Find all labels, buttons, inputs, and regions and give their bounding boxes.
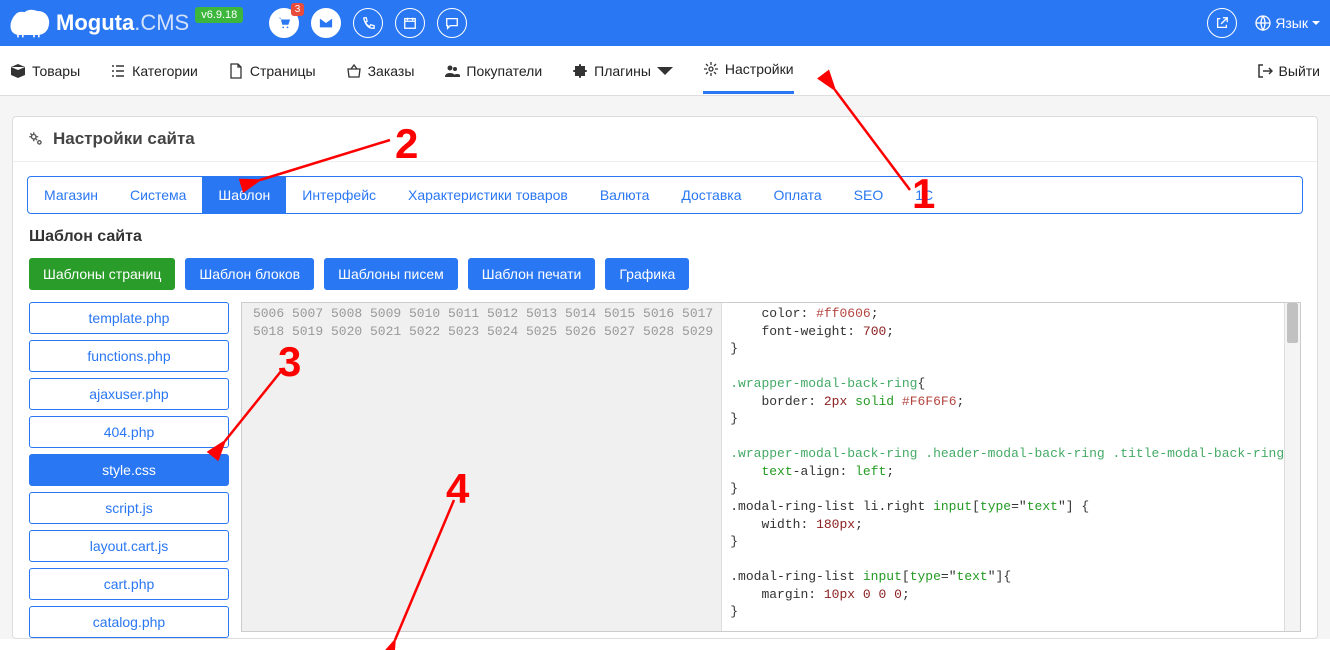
template-btn-2[interactable]: Шаблоны писем	[324, 258, 458, 290]
tab-оплата[interactable]: Оплата	[757, 177, 837, 213]
file-list: template.php functions.php ajaxuser.php 404…	[29, 302, 229, 638]
file-functions-php[interactable]: functions.php	[29, 340, 229, 372]
file-template-php[interactable]: template.php	[29, 302, 229, 334]
file-cart-php[interactable]: cart.php	[29, 568, 229, 600]
external-link-icon	[1215, 16, 1229, 30]
calendar-button[interactable]	[395, 8, 425, 38]
file-ajaxuser-php[interactable]: ajaxuser.php	[29, 378, 229, 410]
nav-settings[interactable]: Настройки	[703, 47, 794, 94]
users-icon	[444, 63, 460, 79]
language-selector[interactable]: Язык	[1255, 15, 1320, 31]
template-btn-1[interactable]: Шаблон блоков	[185, 258, 314, 290]
cart-icon	[277, 16, 291, 30]
calendar-icon	[403, 16, 417, 30]
line-gutter: 5006 5007 5008 5009 5010 5011 5012 5013 …	[242, 303, 722, 631]
top-header: Moguta.CMS v6.9.18 3 Язык	[0, 0, 1330, 46]
chevron-down-icon	[1312, 19, 1320, 27]
logo[interactable]: Moguta.CMS	[10, 8, 189, 38]
envelope-icon	[319, 16, 333, 30]
annotation-2: 2	[395, 120, 418, 168]
card-header: Настройки сайта	[13, 117, 1317, 162]
tab-характеристики товаров[interactable]: Характеристики товаров	[392, 177, 584, 213]
template-btn-0[interactable]: Шаблоны страниц	[29, 258, 175, 290]
code-content[interactable]: color: #ff0606; font-weight: 700; } .wra…	[722, 303, 1300, 631]
tab-магазин[interactable]: Магазин	[28, 177, 114, 213]
page-title: Настройки сайта	[53, 129, 195, 149]
phone-icon	[361, 16, 375, 30]
nav-pages[interactable]: Страницы	[228, 49, 316, 93]
chat-icon	[445, 16, 459, 30]
tab-доставка[interactable]: Доставка	[665, 177, 757, 213]
mail-button[interactable]	[311, 8, 341, 38]
nav-products[interactable]: Товары	[10, 49, 80, 93]
logo-text-main: Moguta	[56, 10, 134, 35]
tab-интерфейс[interactable]: Интерфейс	[286, 177, 392, 213]
language-label: Язык	[1275, 15, 1308, 31]
gear-icon	[703, 61, 719, 77]
cart-button[interactable]: 3	[269, 8, 299, 38]
list-icon	[110, 63, 126, 79]
editor-scrollbar[interactable]	[1284, 303, 1300, 631]
editor-area: template.php functions.php ajaxuser.php 404…	[29, 302, 1301, 638]
scrollbar-thumb[interactable]	[1287, 303, 1298, 343]
box-icon	[10, 63, 26, 79]
file-layout-cart-js[interactable]: layout.cart.js	[29, 530, 229, 562]
phone-button[interactable]	[353, 8, 383, 38]
section-subtitle: Шаблон сайта	[29, 228, 1301, 246]
settings-card: Настройки сайта МагазинСистемаШаблонИнте…	[12, 116, 1318, 639]
basket-icon	[346, 63, 362, 79]
chat-button[interactable]	[437, 8, 467, 38]
nav-exit[interactable]: Выйти	[1257, 49, 1320, 93]
code-editor[interactable]: 5006 5007 5008 5009 5010 5011 5012 5013 …	[241, 302, 1301, 632]
nav-plugins[interactable]: Плагины	[572, 49, 673, 93]
settings-tabs: МагазинСистемаШаблонИнтерфейсХарактерист…	[27, 176, 1303, 214]
tab-система[interactable]: Система	[114, 177, 202, 213]
annotation-3: 3	[278, 338, 301, 386]
annotation-4: 4	[446, 465, 469, 513]
version-badge: v6.9.18	[195, 7, 243, 23]
file-script-js[interactable]: script.js	[29, 492, 229, 524]
globe-icon	[1255, 15, 1271, 31]
nav-customers[interactable]: Покупатели	[444, 49, 542, 93]
main-nav: Товары Категории Страницы Заказы Покупат…	[0, 46, 1330, 96]
external-link-button[interactable]	[1207, 8, 1237, 38]
nav-orders[interactable]: Заказы	[346, 49, 415, 93]
puzzle-icon	[572, 63, 588, 79]
template-buttons: Шаблоны страниц Шаблон блоков Шаблоны писе…	[29, 258, 1301, 290]
cart-badge: 3	[291, 3, 305, 16]
logo-text-sub: .CMS	[134, 10, 189, 35]
template-btn-3[interactable]: Шаблон печати	[468, 258, 596, 290]
file-style-css[interactable]: style.css	[29, 454, 229, 486]
file-404-php[interactable]: 404.php	[29, 416, 229, 448]
template-btn-4[interactable]: Графика	[605, 258, 689, 290]
page-icon	[228, 63, 244, 79]
moguta-logo-icon	[10, 8, 50, 38]
tab-шаблон[interactable]: Шаблон	[202, 177, 286, 213]
tab-валюта[interactable]: Валюта	[584, 177, 666, 213]
file-catalog-php[interactable]: catalog.php	[29, 606, 229, 638]
nav-categories[interactable]: Категории	[110, 49, 198, 93]
annotation-1: 1	[912, 170, 935, 218]
tab-seo[interactable]: SEO	[838, 177, 900, 213]
content-area: Настройки сайта МагазинСистемаШаблонИнте…	[0, 96, 1330, 639]
gears-icon	[27, 130, 45, 148]
chevron-down-icon	[657, 63, 673, 79]
exit-icon	[1257, 63, 1273, 79]
